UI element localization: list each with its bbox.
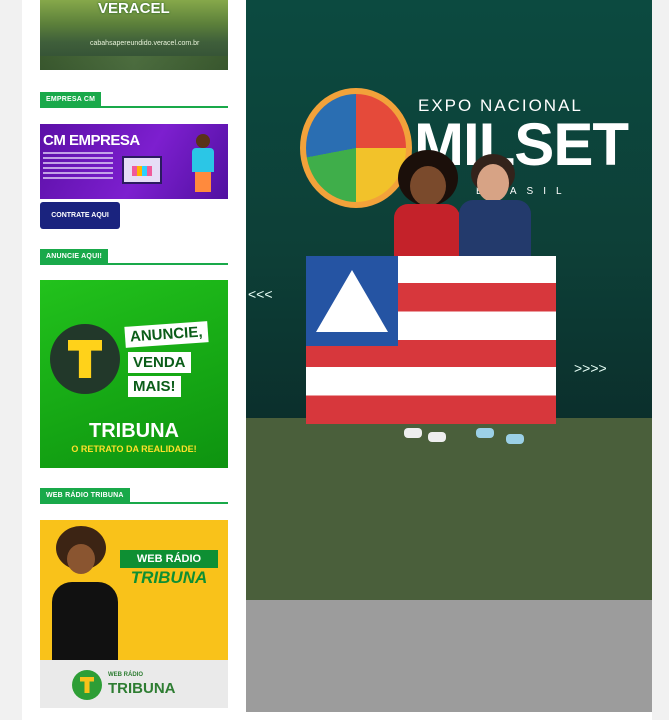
listener-illustration xyxy=(52,526,122,660)
gray-floor xyxy=(246,600,652,712)
person-illustration xyxy=(190,134,214,194)
mais-tag: MAIS! xyxy=(128,376,181,397)
shoe xyxy=(476,428,494,438)
tribuna-logo-icon xyxy=(50,324,120,394)
radio-logo-big: TRIBUNA xyxy=(108,680,176,697)
bahia-flag xyxy=(306,256,556,424)
anuncie-banner[interactable]: ANUNCIE, VENDA MAIS! TRIBUNA O RETRATO D… xyxy=(40,280,228,468)
flag-triangle-icon xyxy=(306,256,398,346)
monitor-icon xyxy=(122,156,162,184)
widget-title-empresa: Empresa CM xyxy=(40,92,228,108)
veracel-logo: VERACEL xyxy=(98,0,170,17)
veracel-url: cabahsapereundido.veracel.com.br xyxy=(90,40,200,47)
veracel-ad-banner[interactable]: VERACEL cabahsapereundido.veracel.com.br xyxy=(40,0,228,70)
cm-empresa-text-lines xyxy=(43,152,113,182)
veracel-strip xyxy=(40,56,228,70)
cm-empresa-banner[interactable]: CM EMPRESA xyxy=(40,124,228,199)
contrate-aqui-button[interactable]: CONTRATE AQUI xyxy=(40,202,120,229)
tribuna-brand: TRIBUNA xyxy=(89,420,179,442)
tribuna-slogan: O RETRATO DA REALIDADE! xyxy=(71,444,197,454)
radio-logo-icon xyxy=(72,670,102,700)
arrows-left: <<< xyxy=(248,286,273,302)
shoe xyxy=(404,428,422,438)
widget-title-empresa-label: Empresa CM xyxy=(40,92,102,108)
venda-tag: VENDA xyxy=(128,352,191,373)
cm-empresa-title: CM EMPRESA xyxy=(43,132,140,149)
widget-title-radio-label: Web Rádio Tribuna xyxy=(40,488,130,504)
arrows-right: >>>> xyxy=(574,360,607,376)
widget-title-anuncie-label: Anuncie Aqui! xyxy=(40,249,109,265)
widget-title-radio: Web Rádio Tribuna xyxy=(40,488,228,504)
radio-tag: WEB RÁDIO xyxy=(120,550,218,568)
shoe xyxy=(506,434,524,444)
radio-heading: WEB RÁDIO TRIBUNA xyxy=(120,550,218,588)
article-photo: EXPO NACIONAL MILSET BRASIL <<< >>>> xyxy=(246,0,652,712)
radio-name: TRIBUNA xyxy=(130,568,208,587)
radio-logo-small: WEB RÁDIO xyxy=(108,672,143,678)
shoe xyxy=(428,432,446,442)
widget-title-anuncie: Anuncie Aqui! xyxy=(40,249,228,265)
web-radio-banner[interactable]: WEB RÁDIO TRIBUNA WEB RÁDIO TRIBUNA xyxy=(40,520,228,708)
anuncie-tag: ANUNCIE, xyxy=(124,321,209,348)
